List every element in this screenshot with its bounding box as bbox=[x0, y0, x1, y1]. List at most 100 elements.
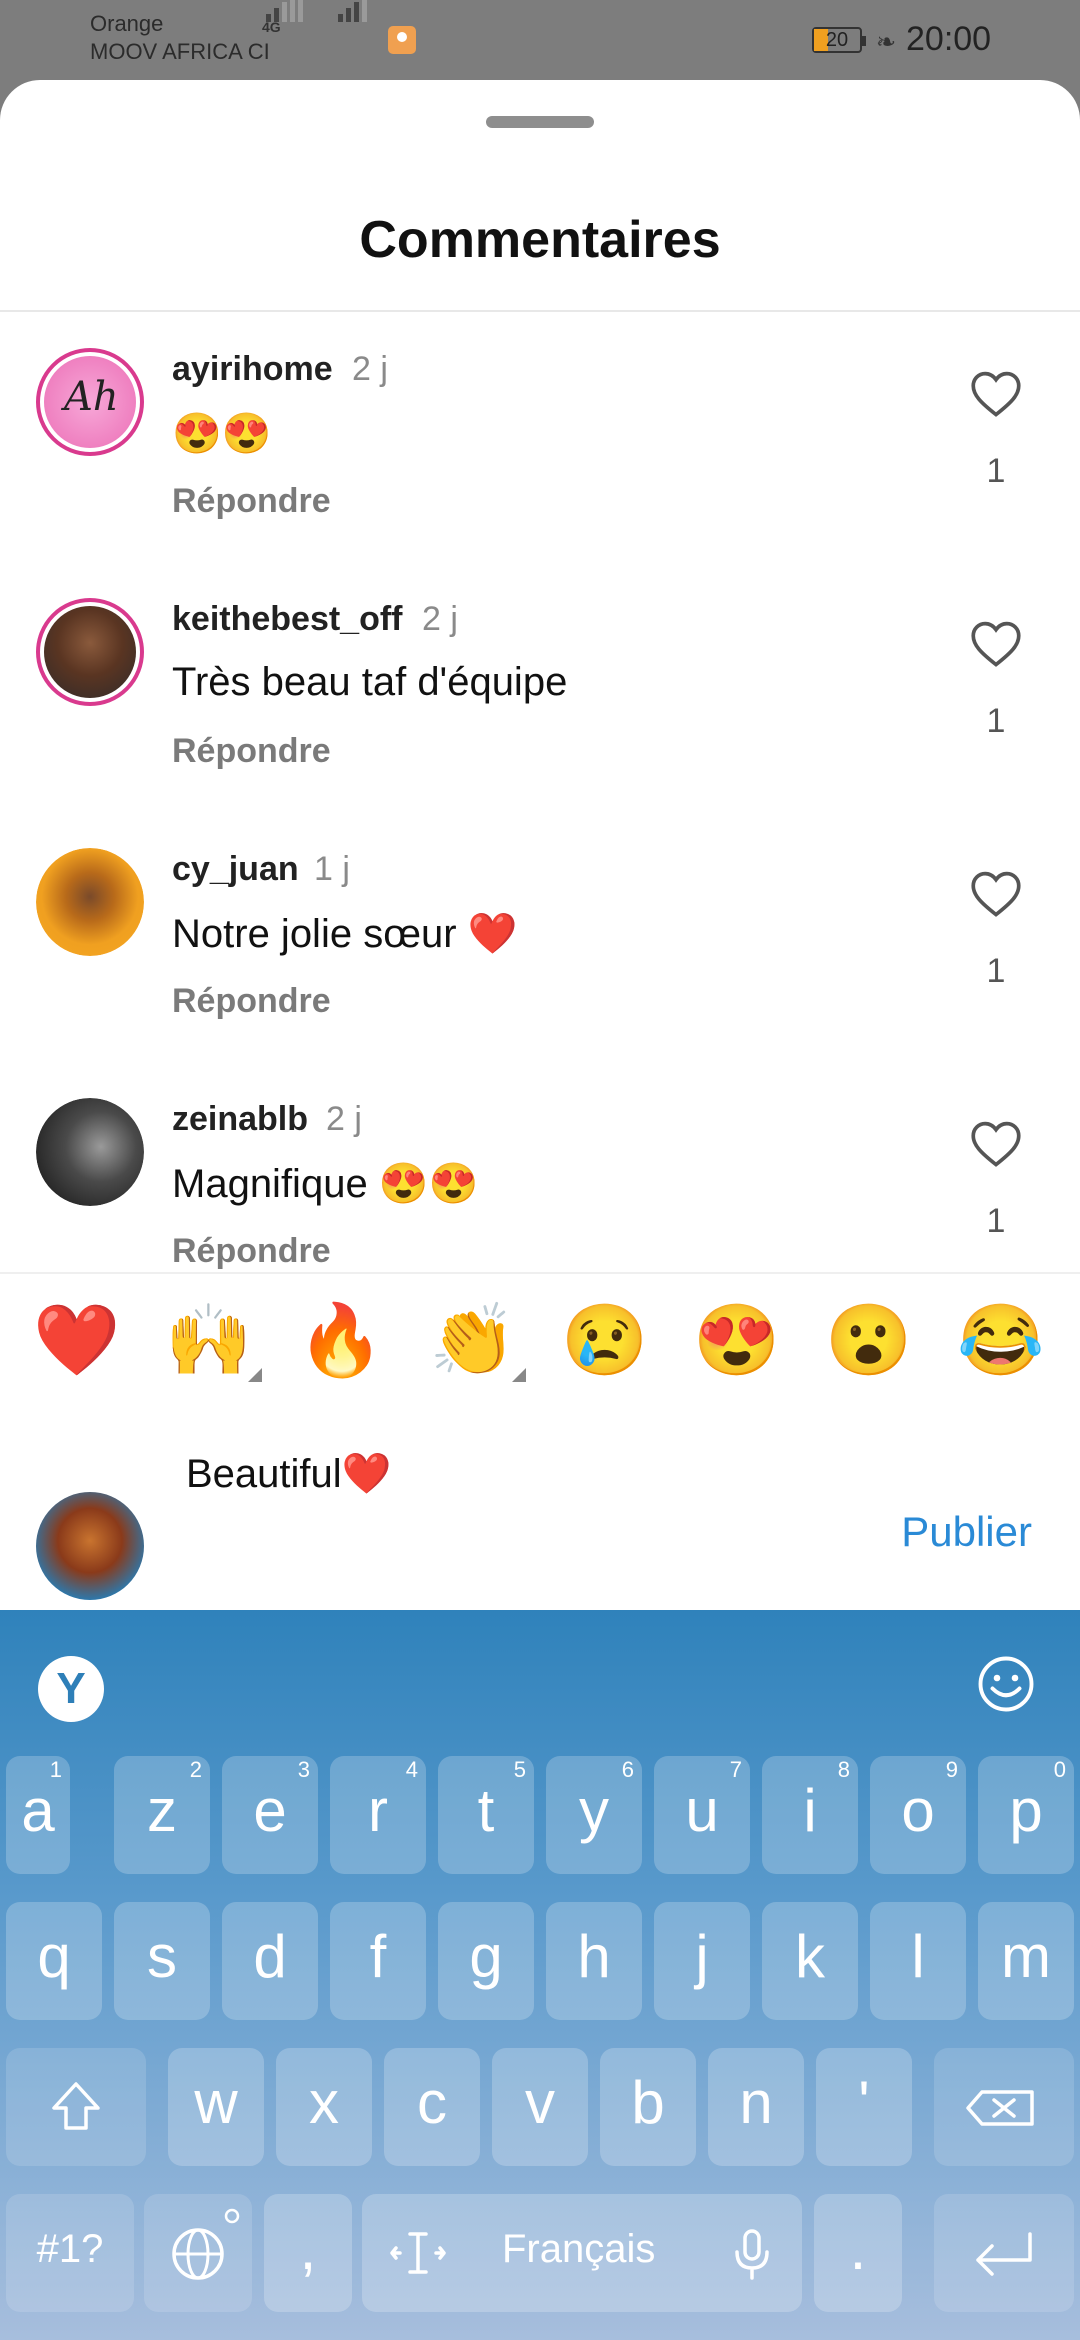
emoji-raising-hands[interactable]: 🙌 bbox=[164, 1298, 254, 1382]
emoji-heart[interactable]: ❤️ bbox=[32, 1298, 122, 1382]
keyboard-logo-icon[interactable]: Y bbox=[38, 1656, 104, 1722]
backspace-icon bbox=[966, 2090, 1034, 2126]
emoji-heart-eyes[interactable]: 😍 bbox=[692, 1298, 782, 1382]
key-t[interactable]: t5 bbox=[438, 1756, 534, 1874]
heart-icon[interactable] bbox=[970, 1120, 1022, 1168]
key-v[interactable]: v bbox=[492, 2048, 588, 2166]
comment-username[interactable]: ayirihome bbox=[172, 350, 333, 389]
skin-tone-indicator bbox=[248, 1368, 262, 1382]
comment-text: Notre jolie sœur ❤️ bbox=[172, 912, 518, 956]
status-bar: Orange MOOV AFRICA CI 4G 20 ❧ 20:00 bbox=[0, 0, 1080, 80]
key-k[interactable]: k bbox=[762, 1902, 858, 2020]
key-y[interactable]: y6 bbox=[546, 1756, 642, 1874]
comment-list[interactable]: Ah ayirihome 2 j 😍😍 Répondre 1 keithebes… bbox=[0, 312, 1080, 1272]
enter-key[interactable] bbox=[934, 2194, 1074, 2312]
key-a[interactable]: a1 bbox=[6, 1756, 70, 1874]
emoji-surprised-face[interactable]: 😮 bbox=[824, 1298, 914, 1382]
divider bbox=[0, 1272, 1080, 1274]
key-f[interactable]: f bbox=[330, 1902, 426, 2020]
symbols-key[interactable]: #1? bbox=[6, 2194, 134, 2312]
comment-item: Ah ayirihome 2 j 😍😍 Répondre 1 bbox=[0, 312, 1080, 562]
enter-icon bbox=[976, 2232, 1032, 2276]
heart-icon[interactable] bbox=[970, 870, 1022, 918]
reply-button[interactable]: Répondre bbox=[172, 732, 331, 771]
key-d[interactable]: d bbox=[222, 1902, 318, 2020]
drag-handle[interactable] bbox=[486, 116, 594, 128]
comment-input[interactable]: Beautiful❤️ bbox=[186, 1450, 391, 1497]
key-r[interactable]: r4 bbox=[330, 1756, 426, 1874]
key-w[interactable]: w bbox=[168, 2048, 264, 2166]
period-key[interactable]: . bbox=[814, 2194, 902, 2312]
comment-text: Très beau taf d'équipe bbox=[172, 660, 568, 704]
battery-icon: 20 bbox=[812, 27, 866, 53]
shift-key[interactable] bbox=[6, 2048, 146, 2166]
key-z[interactable]: z2 bbox=[114, 1756, 210, 1874]
emoji-crying-face[interactable]: 😢 bbox=[560, 1298, 650, 1382]
reply-button[interactable]: Répondre bbox=[172, 1232, 331, 1271]
key-e[interactable]: e3 bbox=[222, 1756, 318, 1874]
comments-sheet: Commentaires Ah ayirihome 2 j 😍😍 Répondr… bbox=[0, 80, 1080, 1610]
key-p[interactable]: p0 bbox=[978, 1756, 1074, 1874]
avatar-ayirihome[interactable]: Ah bbox=[36, 348, 144, 456]
skin-tone-indicator bbox=[512, 1368, 526, 1382]
key-g[interactable]: g bbox=[438, 1902, 534, 2020]
key-n[interactable]: n bbox=[708, 2048, 804, 2166]
notification-icon bbox=[388, 26, 416, 54]
spacebar[interactable]: Français bbox=[362, 2194, 802, 2312]
clock: 20:00 bbox=[906, 20, 992, 58]
emoji-fire[interactable]: 🔥 bbox=[296, 1298, 386, 1382]
comment-item: keithebest_off 2 j Très beau taf d'équip… bbox=[0, 562, 1080, 812]
like-count: 1 bbox=[986, 452, 1006, 490]
backspace-key[interactable] bbox=[934, 2048, 1074, 2166]
heart-icon[interactable] bbox=[970, 370, 1022, 418]
comment-username[interactable]: cy_juan bbox=[172, 850, 299, 889]
comment-username[interactable]: keithebest_off bbox=[172, 600, 403, 639]
carrier-name-1: Orange bbox=[90, 11, 164, 36]
heart-icon[interactable] bbox=[970, 620, 1022, 668]
key-c[interactable]: c bbox=[384, 2048, 480, 2166]
comment-text: Magnifique 😍😍 bbox=[172, 1162, 479, 1206]
key-j[interactable]: j bbox=[654, 1902, 750, 2020]
key-m[interactable]: m bbox=[978, 1902, 1074, 2020]
comment-item: zeinablb 2 j Magnifique 😍😍 Répondre 1 bbox=[0, 1062, 1080, 1272]
comment-time: 2 j bbox=[352, 350, 388, 388]
network-type: 4G bbox=[262, 19, 281, 35]
avatar-keithebest[interactable] bbox=[36, 598, 144, 706]
carrier-info: Orange MOOV AFRICA CI bbox=[90, 10, 270, 66]
keyboard-toolbar: Y bbox=[0, 1610, 1080, 1760]
emoji-clapping-hands[interactable]: 👏 bbox=[428, 1298, 518, 1382]
comma-key[interactable]: , bbox=[264, 2194, 352, 2312]
key-q[interactable]: q bbox=[6, 1902, 102, 2020]
key-o[interactable]: o9 bbox=[870, 1756, 966, 1874]
avatar-cy-juan[interactable] bbox=[36, 848, 144, 956]
avatar-zeinablb[interactable] bbox=[36, 1098, 144, 1206]
microphone-icon[interactable] bbox=[732, 2228, 772, 2280]
key-l[interactable]: l bbox=[870, 1902, 966, 2020]
quick-emoji-bar: ❤️ 🙌 🔥 👏 😢 😍 😮 😂 bbox=[0, 1276, 1080, 1396]
comment-username[interactable]: zeinablb bbox=[172, 1100, 308, 1139]
publish-button[interactable]: Publier bbox=[901, 1508, 1032, 1556]
key-x[interactable]: x bbox=[276, 2048, 372, 2166]
power-saver-icon: ❧ bbox=[876, 29, 897, 56]
key-s[interactable]: s bbox=[114, 1902, 210, 2020]
key-apostrophe[interactable]: ' bbox=[816, 2048, 912, 2166]
key-h[interactable]: h bbox=[546, 1902, 642, 2020]
comment-time: 2 j bbox=[422, 600, 458, 638]
keyboard: Y a1 z2 e3 r4 t5 y6 u7 i8 o9 p0 q s d f … bbox=[0, 1610, 1080, 2340]
carrier-name-2: MOOV AFRICA CI bbox=[90, 39, 270, 64]
emoji-laughing-face[interactable]: 😂 bbox=[956, 1298, 1046, 1382]
comment-time: 2 j bbox=[326, 1100, 362, 1138]
comment-time: 1 j bbox=[314, 850, 350, 888]
emoji-keyboard-icon[interactable] bbox=[976, 1654, 1036, 1714]
language-key[interactable] bbox=[144, 2194, 252, 2312]
comment-composer: Beautiful❤️ Publier bbox=[0, 1410, 1080, 1610]
like-count: 1 bbox=[986, 952, 1006, 990]
key-b[interactable]: b bbox=[600, 2048, 696, 2166]
key-u[interactable]: u7 bbox=[654, 1756, 750, 1874]
reply-button[interactable]: Répondre bbox=[172, 482, 331, 521]
comment-text: 😍😍 bbox=[172, 412, 272, 456]
key-i[interactable]: i8 bbox=[762, 1756, 858, 1874]
page-title: Commentaires bbox=[359, 211, 721, 269]
comment-item: cy_juan 1 j Notre jolie sœur ❤️ Répondre… bbox=[0, 812, 1080, 1062]
reply-button[interactable]: Répondre bbox=[172, 982, 331, 1021]
